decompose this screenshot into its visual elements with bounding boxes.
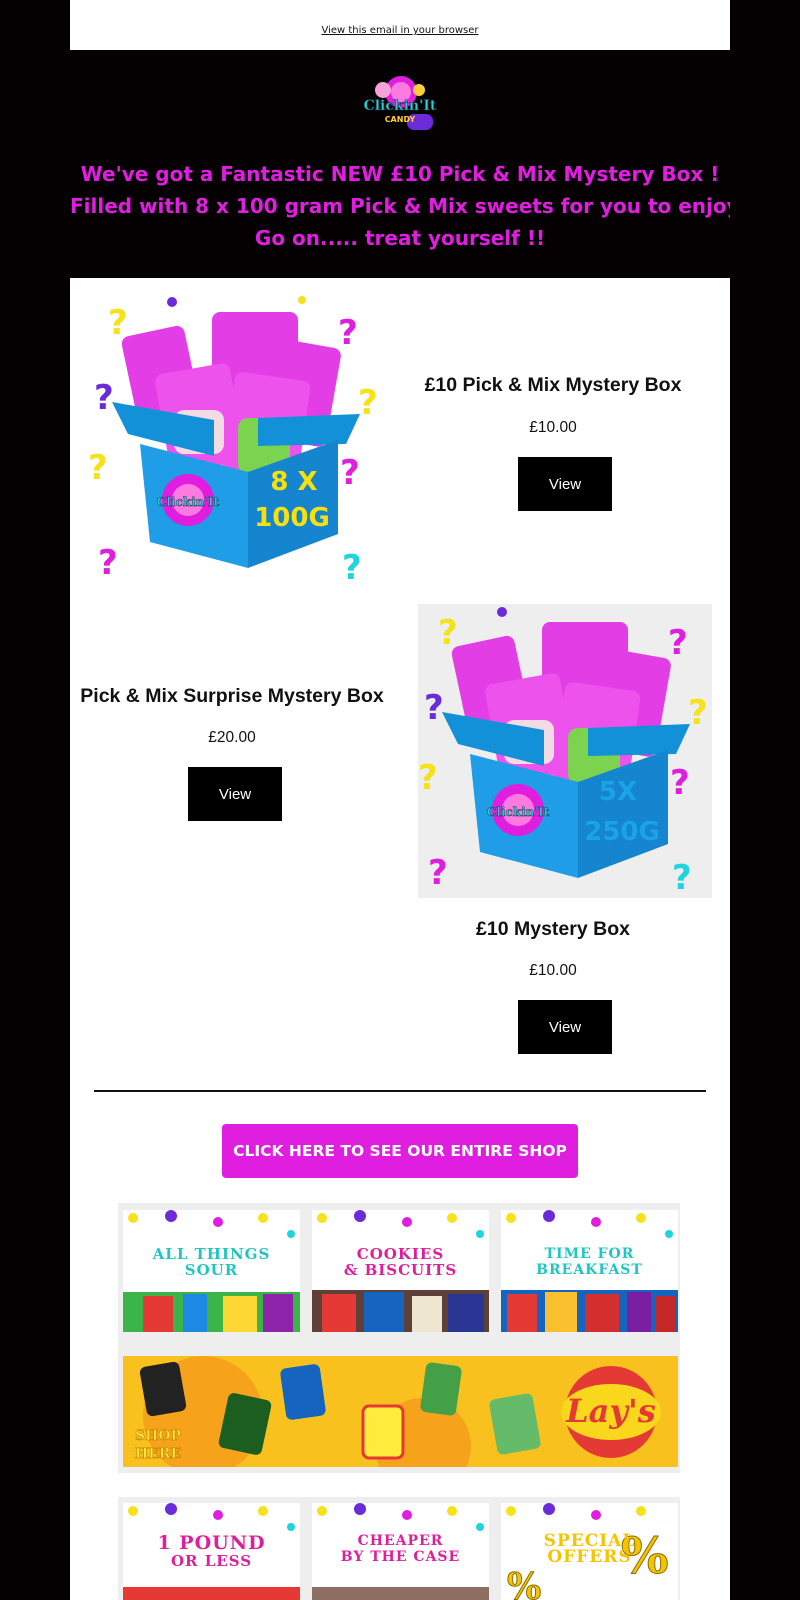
product-title[interactable]: £10 Mystery Box [404, 918, 702, 941]
svg-text:?: ? [108, 303, 128, 343]
svg-text:HERE: HERE [135, 1446, 181, 1462]
category-line-2: BY THE CASE [340, 1549, 461, 1565]
svg-text:?: ? [668, 623, 688, 663]
svg-text:?: ? [428, 853, 448, 893]
divider [94, 1090, 706, 1092]
category-tile-cookies[interactable]: COOKIES & BISCUITS [312, 1210, 489, 1332]
svg-text:%: % [507, 1566, 541, 1600]
category-line-1: 1 POUND [157, 1532, 266, 1554]
hero-line-3: Go on..... treat yourself !! [254, 226, 546, 250]
mystery-box-5x250g-image[interactable]: ? ? ? ? ? ? ? ? Clickin'It 5X 250G [418, 604, 712, 898]
box-label-2: 250G [584, 817, 660, 847]
view-in-browser-link[interactable]: View this email in your browser [321, 25, 478, 36]
box-label-1: 5X [599, 777, 637, 807]
svg-text:?: ? [670, 763, 690, 803]
category-line-1: ALL THINGS [152, 1245, 271, 1263]
category-line-2: OR LESS [170, 1552, 253, 1570]
preheader: View this email in your browser [70, 0, 730, 50]
category-line-1: COOKIES [356, 1245, 445, 1263]
clickin-it-candy-logo[interactable]: Clickin'It CANDY [363, 70, 438, 140]
hero-line-2: Filled with 8 x 100 gram Pick & Mix swee… [70, 194, 730, 218]
box-label-2: 100G [254, 503, 330, 533]
view-button[interactable]: View [188, 767, 282, 821]
product-price: £20.00 [208, 729, 256, 746]
category-line-1: CHEAPER [357, 1533, 444, 1549]
mystery-box-8x100g-image[interactable]: ? ? ? ? ? ? ? ? Clickin'It 8 X 100G [88, 294, 382, 588]
product-title[interactable]: Pick & Mix Surprise Mystery Box [70, 685, 394, 708]
box-logo-text: Clickin'It [487, 805, 550, 819]
category-line-2: OFFERS [547, 1547, 632, 1567]
product-price: £10.00 [529, 419, 577, 436]
category-line-1: TIME FOR [544, 1246, 635, 1262]
svg-text:?: ? [88, 448, 108, 488]
product-title[interactable]: £10 Pick & Mix Mystery Box [404, 374, 702, 397]
category-tile-sour[interactable]: ALL THINGS SOUR [123, 1210, 300, 1332]
category-tile-case[interactable]: CHEAPER BY THE CASE [312, 1503, 489, 1600]
hero-banner: Clickin'It CANDY We've got a Fantastic N… [70, 50, 730, 278]
svg-text:CANDY: CANDY [385, 115, 416, 124]
svg-text:?: ? [98, 543, 118, 583]
hero-message: We've got a Fantastic NEW £10 Pick & Mix… [70, 158, 730, 254]
lays-banner-art: Lay's SHOP HERE [135, 1356, 661, 1467]
svg-text:?: ? [338, 313, 358, 353]
svg-text:?: ? [340, 453, 360, 493]
category-line-2: & BISCUITS [343, 1261, 458, 1279]
box-label-1: 8 X [270, 467, 317, 497]
category-tile-breakfast[interactable]: TIME FOR BREAKFAST [501, 1210, 678, 1332]
category-tile-special-offers[interactable]: % % SPECIAL OFFERS [501, 1503, 678, 1600]
svg-text:?: ? [94, 378, 114, 418]
svg-text:?: ? [418, 758, 438, 798]
hero-line-1: We've got a Fantastic NEW £10 Pick & Mix… [80, 162, 720, 186]
email-body: View this email in your browser Clickin'… [70, 0, 730, 1600]
category-line-2: SOUR [184, 1261, 239, 1279]
view-button[interactable]: View [518, 1000, 612, 1054]
category-line-2: BREAKFAST [536, 1262, 643, 1278]
svg-text:Clickin'It: Clickin'It [364, 98, 437, 114]
svg-text:?: ? [358, 383, 378, 423]
svg-text:?: ? [438, 613, 458, 653]
shop-all-button[interactable]: CLICK HERE TO SEE OUR ENTIRE SHOP [222, 1124, 578, 1178]
svg-text:?: ? [688, 693, 708, 733]
svg-text:?: ? [424, 688, 444, 728]
product-price: £10.00 [529, 962, 577, 979]
box-logo-text: Clickin'It [157, 495, 220, 509]
lays-logo-text: Lay's [565, 1392, 656, 1430]
category-tile-one-pound[interactable]: 1 POUND OR LESS [123, 1503, 300, 1600]
svg-text:?: ? [672, 858, 692, 898]
svg-text:?: ? [342, 548, 362, 588]
view-button[interactable]: View [518, 457, 612, 511]
svg-text:SHOP: SHOP [135, 1428, 182, 1444]
lays-banner[interactable]: Lay's SHOP HERE [123, 1356, 678, 1467]
